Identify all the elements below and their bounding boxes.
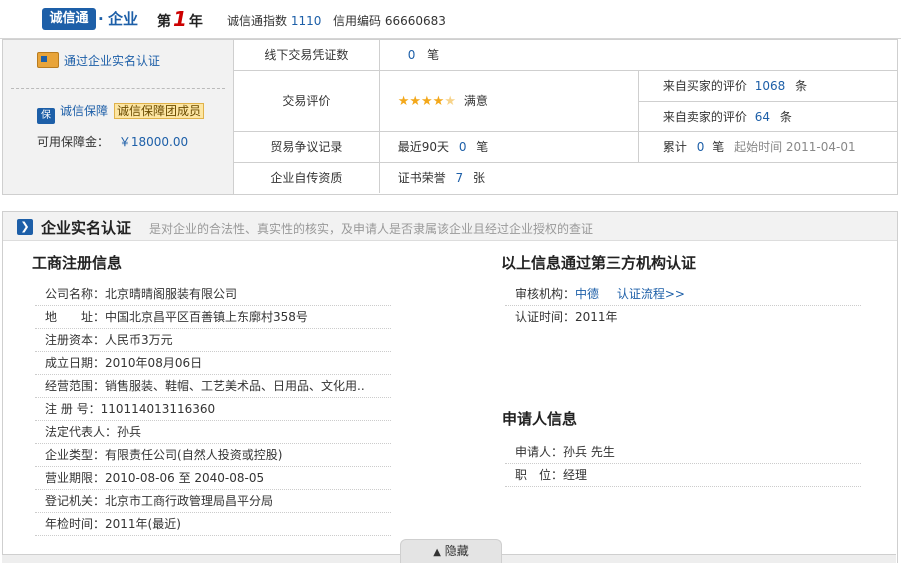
cert-cell: 证书荣誉 7 张 [397, 171, 486, 186]
dispute-label: 贸易争议记录 [234, 131, 380, 163]
seller-eval-value[interactable]: 64 [755, 110, 770, 124]
row-label: 公司名称： [45, 287, 106, 301]
credit-code: 信用编码 66660683 [333, 14, 446, 28]
table-row: 法定代表人：孙兵 [35, 421, 391, 444]
logo-dot: · [98, 10, 104, 28]
id-card-icon [37, 52, 59, 68]
offline-label: 线下交易凭证数 [234, 40, 380, 71]
trade-stats-table: 线下交易凭证数 0 笔 交易评价 ★★★★★ 满意 来自买家的评价 1068 条… [234, 40, 897, 193]
registration-title: 工商注册信息 [32, 254, 123, 272]
table-row: 企业类型：有限责任公司(自然人投资或控股) [35, 444, 391, 467]
row-label: 法定代表人： [45, 425, 118, 439]
table-row: 注 册 号：110114013116360 [35, 398, 391, 421]
offline-value[interactable]: 0 [408, 48, 416, 62]
row-label: 年检时间： [45, 517, 106, 531]
trust-info-panel: 通过企业实名认证 保诚信保障 诚信保障团成员 可用保障金： ￥18000.00 线… [2, 39, 898, 195]
row-label: 经营范围： [45, 379, 106, 393]
table-row: 经营范围：销售服装、鞋帽、工艺美术品、日用品、文化用.. [35, 375, 391, 398]
row-value: 孙兵 [117, 425, 142, 439]
table-row: 登记机关：北京市工商行政管理局昌平分局 [35, 490, 391, 513]
guarantee-badge[interactable]: 诚信保障团成员 [114, 103, 205, 119]
table-row: 地 址：中国北京昌平区百善镇上东廓村358号 [35, 306, 391, 329]
eval-cell: ★★★★★ 满意 [379, 70, 639, 132]
cert-value[interactable]: 7 [456, 171, 464, 185]
logo-enterprise-text: 企业 [108, 10, 139, 28]
deposit-value: ￥18000.00 [118, 135, 189, 149]
section-header: ❯ 企业实名认证 是对企业的合法性、真实性的核实，及申请人是否隶属该企业且经过企… [3, 212, 897, 241]
third-party-title: 以上信息通过第三方机构认证 [501, 254, 697, 272]
table-row: 营业期限：2010-08-06 至 2040-08-05 [35, 467, 391, 490]
rating-stars-icon: ★★★★★ [397, 94, 456, 109]
left-panel: 通过企业实名认证 保诚信保障 诚信保障团成员 可用保障金： ￥18000.00 [3, 40, 234, 194]
row-value: 人民币3万元 [105, 333, 173, 347]
row-label: 注 册 号： [45, 402, 101, 416]
eval-rating: 满意 [463, 94, 488, 108]
row-value: 北京晴晴阁服装有限公司 [105, 287, 238, 301]
applicant-list: 申请人：孙兵 先生 职 位：经理 [505, 441, 861, 487]
third-party-list: 审核机构：中德 认证流程>> 认证时间：2011年 [505, 283, 861, 328]
table-row: 注册资本：人民币3万元 [35, 329, 391, 352]
collapse-button[interactable]: ▲ 隐藏 [400, 539, 502, 563]
dispute-total-value[interactable]: 0 [697, 140, 705, 154]
row-label: 地 址： [45, 310, 106, 324]
list-item: 认证时间：2011年 [515, 310, 618, 324]
row-value: 中国北京昌平区百善镇上东廓村358号 [105, 310, 308, 324]
shield-icon: 保 [37, 108, 55, 124]
row-label: 企业类型： [45, 448, 106, 462]
dispute-total: 累计 0 笔 起始时间 2011-04-01 [637, 131, 897, 163]
row-value: 2010年08月06日 [105, 356, 203, 370]
seller-eval: 来自卖家的评价 64 条 [637, 101, 897, 132]
row-label: 营业期限： [45, 471, 106, 485]
table-row: 成立日期：2010年08月06日 [35, 352, 391, 375]
list-item: 申请人：孙兵 先生 [505, 441, 861, 464]
credit-code-value: 66660683 [384, 14, 446, 28]
table-row: 年检时间：2011年(最近) [35, 513, 391, 536]
eval-label: 交易评价 [234, 70, 380, 132]
list-item: 职 位：经理 [505, 464, 861, 487]
row-label: 成立日期： [45, 356, 106, 370]
dispute-recent: 最近90天 0 笔 [379, 131, 639, 163]
realname-auth-section: ❯ 企业实名认证 是对企业的合法性、真实性的核实，及申请人是否隶属该企业且经过企… [2, 211, 898, 563]
process-link[interactable]: 认证流程>> [617, 287, 685, 301]
self-label: 企业自传资质 [234, 162, 380, 193]
guarantee-row: 保诚信保障 诚信保障团成员 [37, 102, 205, 124]
divider [11, 88, 225, 89]
list-item: 审核机构：中德 认证流程>> [505, 283, 861, 306]
chengxintong-logo: 诚信通 [42, 8, 96, 30]
integrity-index-value[interactable]: 1110 [291, 14, 322, 28]
top-header: 诚信通 · 企业 第1年 诚信通指数 1110 信用编码 66660683 [0, 0, 901, 39]
chevron-up-icon: ▲ [433, 547, 441, 558]
year-number: 1 [173, 7, 187, 31]
section-description: 是对企业的合法性、真实性的核实，及申请人是否隶属该企业且经过企业授权的查证 [149, 222, 594, 236]
buyer-eval-value[interactable]: 1068 [755, 79, 786, 93]
dispute-recent-value[interactable]: 0 [459, 140, 467, 154]
row-value: 北京市工商行政管理局昌平分局 [105, 494, 274, 508]
member-year: 第1年 [157, 7, 203, 31]
chevron-right-icon: ❯ [17, 219, 33, 235]
guarantee-link[interactable]: 诚信保障 [60, 104, 108, 118]
row-value: 2010-08-06 至 2040-08-05 [105, 471, 265, 485]
verify-link[interactable]: 通过企业实名认证 [64, 54, 160, 68]
row-value: 2011年(最近) [105, 517, 181, 531]
registration-list: 公司名称：北京晴晴阁服装有限公司地 址：中国北京昌平区百善镇上东廓村358号 注册… [35, 283, 391, 536]
row-value: 销售服装、鞋帽、工艺美术品、日用品、文化用.. [105, 379, 365, 393]
verified-row: 通过企业实名认证 [37, 52, 160, 69]
dispute-start-date: 起始时间 2011-04-01 [734, 140, 856, 154]
row-value: 110114013116360 [100, 402, 216, 416]
applicant-title: 申请人信息 [502, 410, 578, 428]
row-label: 注册资本： [45, 333, 106, 347]
auditor-link[interactable]: 中德 [575, 287, 599, 301]
integrity-index: 诚信通指数 1110 [227, 14, 322, 28]
row-value: 有限责任公司(自然人投资或控股) [105, 448, 283, 462]
section-title: 企业实名认证 [41, 219, 132, 237]
buyer-eval: 来自买家的评价 1068 条 [637, 70, 897, 102]
offline-cell: 0 笔 [379, 40, 897, 71]
table-row: 公司名称：北京晴晴阁服装有限公司 [35, 283, 391, 306]
deposit-row: 可用保障金： ￥18000.00 [37, 135, 189, 149]
row-label: 登记机关： [45, 494, 106, 508]
